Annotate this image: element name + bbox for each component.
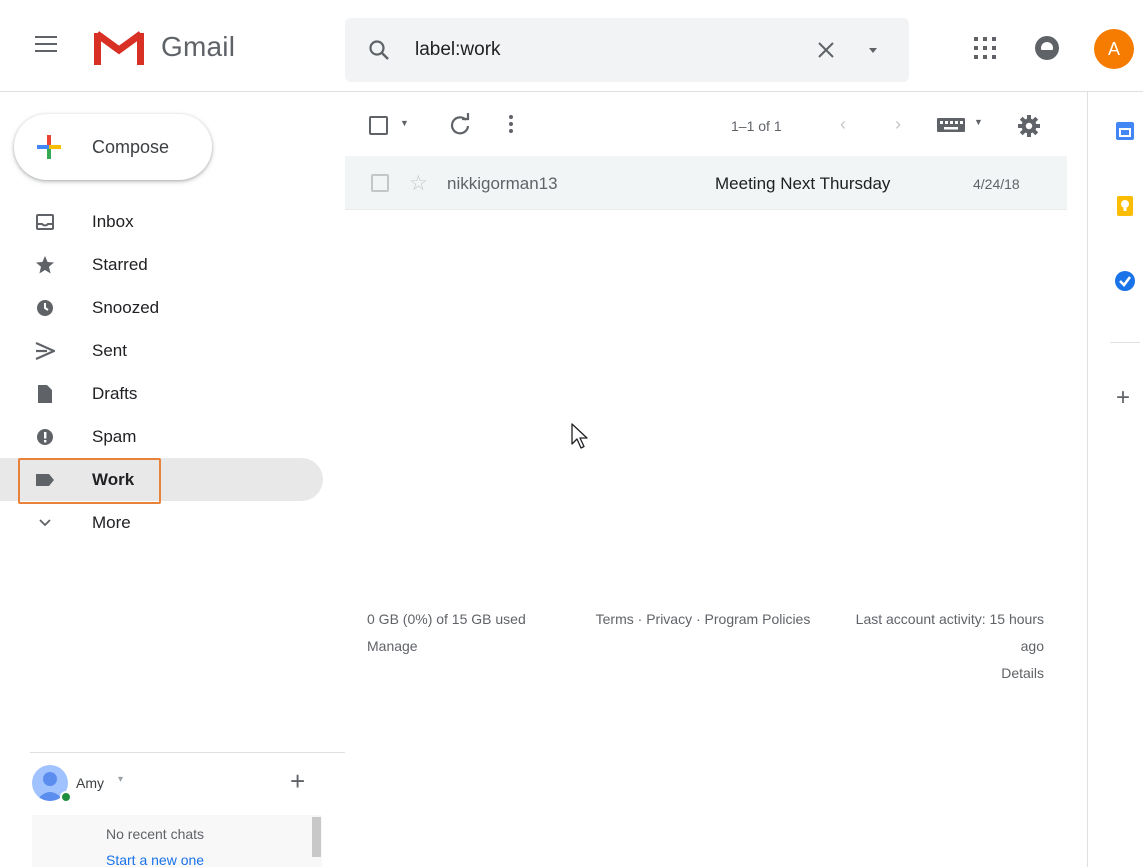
toolbar: ▼ 1–1 of 1 ‹ › ▼ <box>345 92 1087 156</box>
sidebar-item-label: Starred <box>92 254 148 274</box>
sidebar-item-label: Inbox <box>92 211 134 231</box>
pagination-count: 1–1 of 1 <box>731 118 782 134</box>
menu-line <box>35 36 57 38</box>
more-dot <box>509 129 513 133</box>
sidebar-item-inbox[interactable]: Inbox <box>0 200 345 243</box>
sidebar-item-label: Drafts <box>92 383 138 403</box>
gmail-logo[interactable]: Gmail <box>93 28 235 66</box>
sidebar-item-starred[interactable]: Starred <box>0 243 345 286</box>
divider <box>1110 342 1140 343</box>
storage-usage: 0 GB (0%) of 15 GB used <box>367 611 526 627</box>
sidebar-item-drafts[interactable]: Drafts <box>0 372 345 415</box>
gmail-m-icon <box>94 31 144 65</box>
divider <box>30 752 345 753</box>
calendar-icon[interactable] <box>1114 120 1136 142</box>
mouse-cursor-icon <box>571 423 588 449</box>
sidebar-item-label: Work <box>92 469 135 489</box>
last-activity: Last account activity: 15 hours ago <box>855 611 1044 654</box>
sidebar-item-label: Snoozed <box>92 297 160 317</box>
chevron-down-icon[interactable]: ▼ <box>974 117 983 127</box>
main-menu-button[interactable] <box>34 36 58 56</box>
new-chat-plus-icon[interactable]: + <box>290 766 305 797</box>
email-row[interactable]: ☆ nikkigorman13 Meeting Next Thursday 4/… <box>345 156 1067 210</box>
apps-dot <box>974 55 978 59</box>
start-chat-link[interactable]: Start a new one <box>106 852 204 867</box>
select-all-checkbox[interactable] <box>369 116 388 135</box>
apps-dot <box>983 37 987 41</box>
more-dot <box>509 115 513 119</box>
sidebar-item-work[interactable]: Work <box>0 458 323 504</box>
refresh-icon[interactable] <box>447 112 473 138</box>
sidebar-item-more[interactable]: More <box>0 501 345 544</box>
more-options-icon[interactable] <box>506 112 516 138</box>
label-icon <box>35 470 55 490</box>
draft-icon <box>35 384 55 404</box>
compose-plus-icon <box>37 135 61 159</box>
google-apps-icon[interactable] <box>974 37 996 59</box>
select-dropdown-icon[interactable]: ▼ <box>400 118 409 128</box>
apps-dot <box>974 37 978 41</box>
tasks-icon[interactable] <box>1114 270 1136 292</box>
chevron-down-icon[interactable]: ▾ <box>118 774 123 785</box>
clock-icon <box>35 298 55 318</box>
chat-user-name: Amy <box>76 775 104 791</box>
sidebar-item-label: Sent <box>92 340 127 360</box>
apps-dot <box>992 37 996 41</box>
search-icon[interactable] <box>367 38 391 62</box>
star-icon <box>35 255 55 275</box>
search-bar[interactable] <box>345 18 909 82</box>
star-icon[interactable]: ☆ <box>409 171 428 196</box>
scrollbar[interactable] <box>312 817 321 857</box>
account-avatar[interactable]: A <box>1094 29 1134 69</box>
inbox-icon <box>35 212 55 232</box>
keyboard-icon[interactable] <box>936 117 968 133</box>
keep-icon[interactable] <box>1114 195 1136 217</box>
chat-list: No recent chats Start a new one <box>32 815 322 867</box>
no-chats-text: No recent chats <box>106 826 205 842</box>
apps-dot <box>983 46 987 50</box>
email-subject: Meeting Next Thursday <box>715 174 891 193</box>
compose-button[interactable]: Compose <box>14 114 212 180</box>
compose-label: Compose <box>92 136 170 157</box>
chevron-right-icon[interactable]: › <box>895 114 901 135</box>
search-options-caret-icon[interactable] <box>863 40 883 60</box>
side-panel: + <box>1087 92 1143 867</box>
menu-line <box>35 50 57 52</box>
notifications-icon[interactable] <box>1033 34 1061 62</box>
apps-dot <box>983 55 987 59</box>
sidebar-item-label: More <box>92 512 131 532</box>
clear-search-icon[interactable] <box>813 37 839 63</box>
sidebar-item-label: Spam <box>92 426 137 446</box>
main-content: ▼ 1–1 of 1 ‹ › ▼ ☆ nikkigorman13 Meeting… <box>345 92 1087 867</box>
online-status-icon <box>60 791 72 803</box>
terms-privacy-links[interactable]: Terms · Privacy · Program Policies <box>593 606 813 633</box>
chevron-left-icon[interactable]: ‹ <box>840 114 846 135</box>
menu-line <box>35 43 57 45</box>
sidebar-item-sent[interactable]: Sent <box>0 329 345 372</box>
gear-icon[interactable] <box>1018 115 1040 137</box>
email-sender: nikkigorman13 <box>447 174 558 193</box>
apps-dot <box>992 46 996 50</box>
details-link[interactable]: Details <box>840 660 1044 687</box>
add-addon-plus-icon[interactable]: + <box>1116 384 1130 412</box>
search-input[interactable] <box>415 34 795 66</box>
more-dot <box>509 122 513 126</box>
nav-list: Inbox Starred Snoozed Sent Drafts Spam W… <box>0 200 345 544</box>
sidebar: Compose Inbox Starred Snoozed Sent Draft… <box>0 92 345 867</box>
apps-dot <box>992 55 996 59</box>
email-date: 4/24/18 <box>973 176 1020 192</box>
send-icon <box>35 341 55 361</box>
spam-icon <box>35 427 55 447</box>
apps-dot <box>974 46 978 50</box>
app-name: Gmail <box>161 31 236 62</box>
chevron-down-icon <box>35 513 55 533</box>
manage-storage-link[interactable]: Manage <box>367 633 418 660</box>
sidebar-item-spam[interactable]: Spam <box>0 415 345 458</box>
hangouts-user[interactable]: Amy ▾ + <box>32 762 332 803</box>
email-checkbox[interactable] <box>371 174 389 192</box>
top-bar: Gmail A <box>0 0 1143 92</box>
sidebar-item-snoozed[interactable]: Snoozed <box>0 286 345 329</box>
